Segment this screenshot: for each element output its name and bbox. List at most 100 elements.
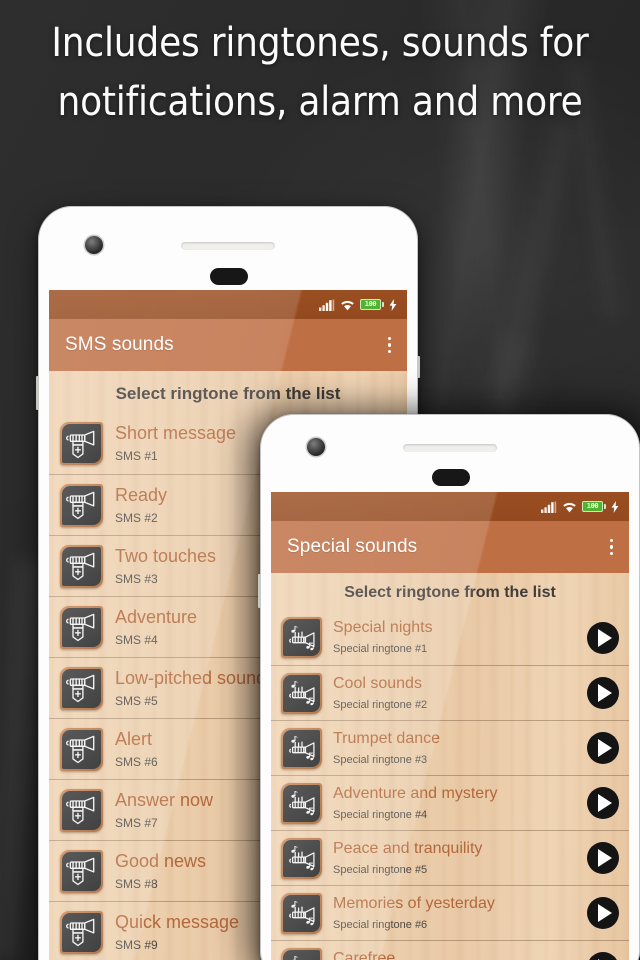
ringtone-title: Carefree	[333, 949, 396, 960]
front-camera-icon	[307, 438, 325, 456]
bugle-horn-icon	[65, 430, 94, 458]
front-camera-icon	[85, 236, 103, 254]
ringtone-thumbnail	[60, 910, 103, 954]
trumpet-music-notes-icon	[288, 791, 315, 816]
bugle-horn-icon	[65, 491, 94, 520]
ringtone-thumbnail	[60, 849, 103, 893]
app-bar-title: SMS sounds	[65, 334, 174, 355]
ringtone-list-item[interactable]: Special nights Special ringtone #1	[271, 610, 629, 665]
status-bar: 100	[271, 492, 629, 521]
ringtone-list-item[interactable]: Trumpet dance Special ringtone #3	[271, 720, 629, 775]
ringtone-thumbnail	[60, 544, 103, 588]
ringtone-list-panel: Select ringtone from the list Special ni…	[271, 573, 629, 960]
ringtone-thumbnail	[281, 782, 322, 824]
play-button[interactable]	[587, 677, 619, 709]
kebab-menu-icon[interactable]	[387, 336, 391, 354]
trumpet-music-notes-icon	[288, 681, 315, 706]
ringtone-thumbnail	[60, 422, 103, 465]
ringtone-list-item[interactable]: Peace and tranquility Special ringtone #5	[271, 830, 629, 885]
play-icon	[597, 794, 612, 812]
app-bar: Special sounds	[271, 521, 629, 573]
play-button[interactable]	[587, 787, 619, 819]
ringtone-thumbnail	[281, 892, 322, 934]
app-bar-title: Special sounds	[287, 536, 418, 557]
sensor-notch	[432, 469, 470, 486]
bugle-horn-icon	[65, 613, 94, 642]
charging-bolt-icon	[389, 298, 397, 311]
trumpet-music-notes-icon	[288, 901, 315, 926]
play-button[interactable]	[587, 732, 619, 764]
ringtone-thumbnail	[281, 727, 322, 769]
ringtone-list-item[interactable]: Memories of yesterday Special ringtone #6	[271, 885, 629, 940]
bugle-horn-icon	[65, 796, 94, 825]
ringtone-list-item[interactable]: Adventure and mystery Special ringtone #4	[271, 775, 629, 830]
ringtone-thumbnail	[281, 672, 322, 714]
ringtone-thumbnail	[60, 666, 103, 710]
bugle-horn-icon	[65, 918, 94, 947]
ringtone-subtitle: Special ringtone #4	[333, 808, 428, 821]
ringtone-list-item[interactable]: CarefreeSpecial ringtone #7	[271, 940, 629, 960]
signal-bars-icon	[541, 501, 557, 513]
ringtone-thumbnail	[281, 947, 322, 960]
kebab-menu-icon[interactable]	[609, 538, 613, 556]
play-icon	[597, 904, 612, 922]
bugle-horn-icon	[65, 674, 94, 703]
signal-bars-icon	[319, 299, 335, 311]
trumpet-music-notes-icon	[288, 625, 315, 650]
ringtone-title: Special nights	[333, 619, 433, 636]
app-screen-special-sounds: 100 Special sounds Select ringtone from …	[271, 492, 629, 960]
ringtone-title: Trumpet dance	[333, 729, 441, 747]
ringtone-thumbnail	[281, 837, 322, 879]
list-heading: Select ringtone from the list	[344, 584, 556, 601]
ringtone-title: Cool sounds	[333, 674, 422, 692]
play-icon	[597, 684, 612, 702]
sensor-notch	[210, 268, 248, 285]
trumpet-music-notes-icon	[288, 846, 315, 871]
earpiece-speaker	[181, 242, 275, 250]
trumpet-music-notes-icon	[290, 956, 298, 960]
battery-icon: 100	[582, 501, 606, 512]
ringtone-title: Peace and tranquility	[333, 839, 483, 857]
battery-level-label: 100	[586, 502, 599, 510]
bugle-horn-icon	[65, 735, 94, 764]
trumpet-music-notes-icon	[288, 736, 315, 761]
play-icon	[597, 849, 612, 867]
play-button[interactable]	[587, 842, 619, 874]
status-bar: 100	[49, 290, 407, 319]
battery-level-label: 100	[364, 300, 377, 308]
status-bar-icons: 100	[319, 298, 397, 311]
earpiece-speaker	[403, 444, 497, 452]
ringtone-subtitle: Special ringtone #3	[333, 753, 428, 766]
ringtone-list-item[interactable]: Cool sounds Special ringtone #2	[271, 665, 629, 720]
bugle-horn-icon	[65, 552, 94, 581]
play-button[interactable]	[587, 897, 619, 929]
play-button[interactable]	[587, 952, 619, 960]
ringtone-subtitle: Special ringtone #5	[333, 863, 428, 876]
wifi-icon	[563, 502, 576, 512]
power-button[interactable]	[417, 356, 420, 378]
ringtone-title: Memories of yesterday	[333, 894, 495, 912]
status-bar-icons: 100	[541, 500, 619, 513]
volume-button[interactable]	[258, 574, 261, 608]
battery-icon: 100	[360, 299, 384, 310]
ringtone-subtitle: Special ringtone #2	[333, 698, 428, 711]
ringtone-thumbnail	[60, 483, 103, 527]
ringtone-thumbnail	[60, 727, 103, 771]
ringtone-subtitle: Special ringtone #1	[333, 643, 428, 655]
ringtone-thumbnail	[281, 617, 322, 658]
ringtone-list: Special nights Special ringtone #1 Cool so…	[271, 610, 629, 960]
app-bar: SMS sounds	[49, 319, 407, 371]
phone-mockup-special-sounds: 100 Special sounds Select ringtone from …	[258, 414, 640, 960]
promo-headline: Includes ringtones, sounds for notificat…	[51, 20, 589, 126]
charging-bolt-icon	[611, 500, 619, 513]
bugle-horn-icon	[65, 857, 94, 886]
wifi-icon	[341, 300, 354, 310]
volume-button[interactable]	[36, 376, 39, 410]
play-icon	[597, 739, 612, 757]
ringtone-thumbnail	[60, 788, 103, 832]
ringtone-title: Adventure and mystery	[333, 784, 498, 802]
ringtone-thumbnail	[60, 605, 103, 649]
play-icon	[597, 628, 612, 647]
ringtone-subtitle: Special ringtone #6	[333, 918, 428, 931]
play-button[interactable]	[587, 621, 619, 654]
